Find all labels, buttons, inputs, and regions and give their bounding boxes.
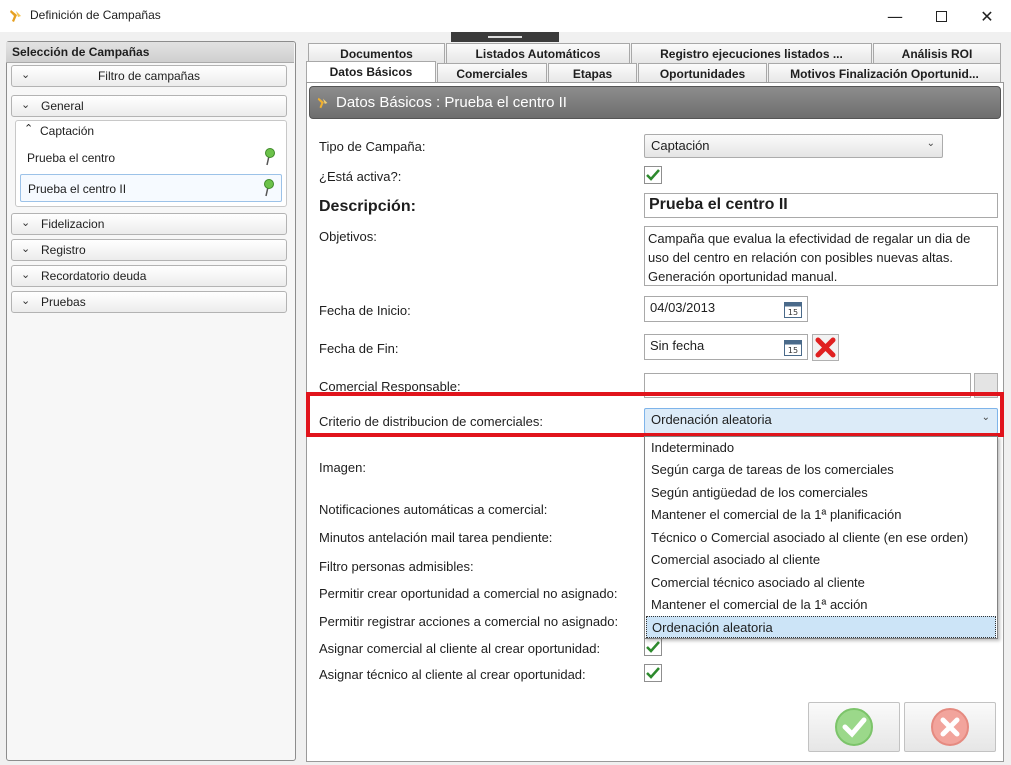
group-fidelizacion[interactable]: ⌄ Fidelizacion (11, 213, 287, 235)
chevron-down-icon: ⌄ (21, 269, 31, 281)
campaign-selection-header: Selección de Campañas (6, 42, 294, 63)
close-icon: ✕ (980, 6, 994, 26)
imagen-label: Imagen: (319, 460, 366, 475)
notificaciones-label: Notificaciones automáticas a comercial: (319, 502, 548, 517)
minimize-button[interactable]: — (872, 0, 918, 32)
svg-text:15: 15 (788, 346, 798, 355)
tipo-campana-value: Captación (651, 138, 710, 153)
group-label: Recordatorio deuda (41, 269, 147, 283)
check-circle-icon (835, 708, 873, 746)
asignar-comercial-checkbox[interactable] (644, 638, 662, 656)
dropdown-option[interactable]: Indeterminado (646, 437, 996, 459)
dropdown-option[interactable]: Técnico o Comercial asociado al cliente … (646, 527, 996, 549)
calendar-icon[interactable]: 15 (783, 299, 803, 319)
fecha-fin-value: Sin fecha (650, 338, 705, 353)
group-general[interactable]: ⌄ General (11, 95, 287, 117)
chevron-up-icon: ⌃ (24, 123, 34, 135)
grip-lines (488, 36, 522, 38)
fecha-inicio-label: Fecha de Inicio: (319, 303, 411, 318)
asignar-tecnico-checkbox[interactable] (644, 664, 662, 682)
group-label: Pruebas (41, 295, 86, 309)
descripcion-label: Descripción: (319, 198, 416, 215)
dropdown-option[interactable]: Mantener el comercial de la 1ª acción (646, 594, 996, 616)
group-label: Captación (40, 124, 95, 138)
fecha-fin-label: Fecha de Fin: (319, 341, 399, 356)
section-header: Datos Básicos : Prueba el centro II (309, 86, 1001, 119)
tab-analisis-roi[interactable]: Análisis ROI (873, 43, 1001, 63)
minimize-icon: — (887, 6, 903, 26)
group-pruebas[interactable]: ⌄ Pruebas (11, 291, 287, 313)
filtro-personas-label: Filtro personas admisibles: (319, 559, 474, 574)
fecha-inicio-value: 04/03/2013 (650, 300, 716, 315)
criterio-dropdown-list: Indeterminado Según carga de tareas de l… (644, 436, 998, 639)
descripcion-input[interactable]: Prueba el centro II (644, 193, 998, 218)
highlight-annotation (306, 392, 1004, 437)
window-title: Definición de Campañas (30, 8, 161, 22)
activa-checkbox[interactable] (644, 166, 662, 184)
group-recordatorio-deuda[interactable]: ⌄ Recordatorio deuda (11, 265, 287, 287)
campaign-item-prueba-el-centro[interactable]: Prueba el centro (20, 144, 282, 172)
campaign-filter-expander[interactable]: ⌄ Filtro de campañas (11, 65, 287, 87)
group-label: Registro (41, 243, 86, 257)
clear-fecha-fin-button[interactable] (812, 334, 839, 361)
fecha-inicio-input[interactable]: 04/03/2013 15 (644, 296, 808, 322)
dropdown-option-selected[interactable]: Ordenación aleatoria (646, 616, 996, 638)
group-label: Fidelizacion (41, 217, 105, 231)
section-title: Datos Básicos : Prueba el centro II (336, 94, 567, 111)
activa-label: ¿Está activa?: (319, 169, 402, 184)
maximize-icon (935, 10, 947, 22)
tab-documentos[interactable]: Documentos (308, 43, 445, 63)
pin-icon (265, 148, 275, 166)
maximize-button[interactable] (918, 0, 964, 32)
tipo-campana-select[interactable]: Captación ⌄ (644, 134, 943, 158)
dropdown-option[interactable]: Según antigüedad de los comerciales (646, 482, 996, 504)
dropdown-option[interactable]: Comercial técnico asociado al cliente (646, 572, 996, 594)
asignar-comercial-label: Asignar comercial al cliente al crear op… (319, 641, 601, 656)
tab-listados-automaticos[interactable]: Listados Automáticos (446, 43, 630, 63)
tipo-campana-label: Tipo de Campaña: (319, 139, 426, 154)
pin-icon (264, 179, 274, 197)
chevron-down-icon: ⌄ (21, 243, 31, 255)
tab-motivos-finalizacion[interactable]: Motivos Finalización Oportunid... (768, 63, 1001, 83)
objetivos-label: Objetivos: (319, 229, 377, 244)
chevron-down-icon: ⌄ (21, 217, 31, 229)
campaign-item-label: Prueba el centro (27, 151, 116, 165)
chevron-down-icon: ⌄ (21, 69, 31, 81)
fecha-fin-input[interactable]: Sin fecha 15 (644, 334, 808, 360)
campaign-icon (317, 97, 328, 109)
tab-registro-ejecuciones[interactable]: Registro ejecuciones listados ... (631, 43, 872, 63)
chevron-down-icon: ⌄ (21, 295, 31, 307)
tab-etapas[interactable]: Etapas (548, 63, 637, 83)
dropdown-option[interactable]: Mantener el comercial de la 1ª planifica… (646, 504, 996, 526)
group-captacion[interactable]: ⌃ Captación (16, 121, 286, 143)
calendar-icon[interactable]: 15 (783, 337, 803, 357)
group-registro[interactable]: ⌄ Registro (11, 239, 287, 261)
tab-datos-basicos[interactable]: Datos Básicos (306, 61, 436, 84)
tab-oportunidades[interactable]: Oportunidades (638, 63, 767, 83)
svg-text:15: 15 (788, 308, 798, 317)
dropdown-option[interactable]: Comercial asociado al cliente (646, 549, 996, 571)
app-icon (10, 10, 21, 22)
permitir-oportunidad-label: Permitir crear oportunidad a comercial n… (319, 586, 618, 601)
objetivos-textarea[interactable]: Campaña que evalua la efectividad de reg… (644, 226, 998, 286)
cancel-button[interactable] (904, 702, 996, 752)
cancel-circle-icon (931, 708, 969, 746)
campaign-item-label: Prueba el centro II (28, 182, 127, 196)
group-label: General (41, 99, 84, 113)
minutos-antelacion-label: Minutos antelación mail tarea pendiente: (319, 530, 553, 545)
tab-comerciales[interactable]: Comerciales (437, 63, 547, 83)
accept-button[interactable] (808, 702, 900, 752)
permitir-acciones-label: Permitir registrar acciones a comercial … (319, 614, 619, 629)
close-window-button[interactable]: ✕ (964, 0, 1010, 32)
dropdown-option[interactable]: Según carga de tareas de los comerciales (646, 459, 996, 481)
chevron-down-icon: ⌄ (21, 99, 31, 111)
asignar-tecnico-label: Asignar técnico al cliente al crear opor… (319, 667, 586, 682)
filter-label: Filtro de campañas (97, 69, 201, 83)
campaign-item-prueba-el-centro-ii[interactable]: Prueba el centro II (20, 174, 282, 202)
red-x-icon (815, 337, 836, 358)
chevron-down-icon: ⌄ (926, 138, 935, 149)
